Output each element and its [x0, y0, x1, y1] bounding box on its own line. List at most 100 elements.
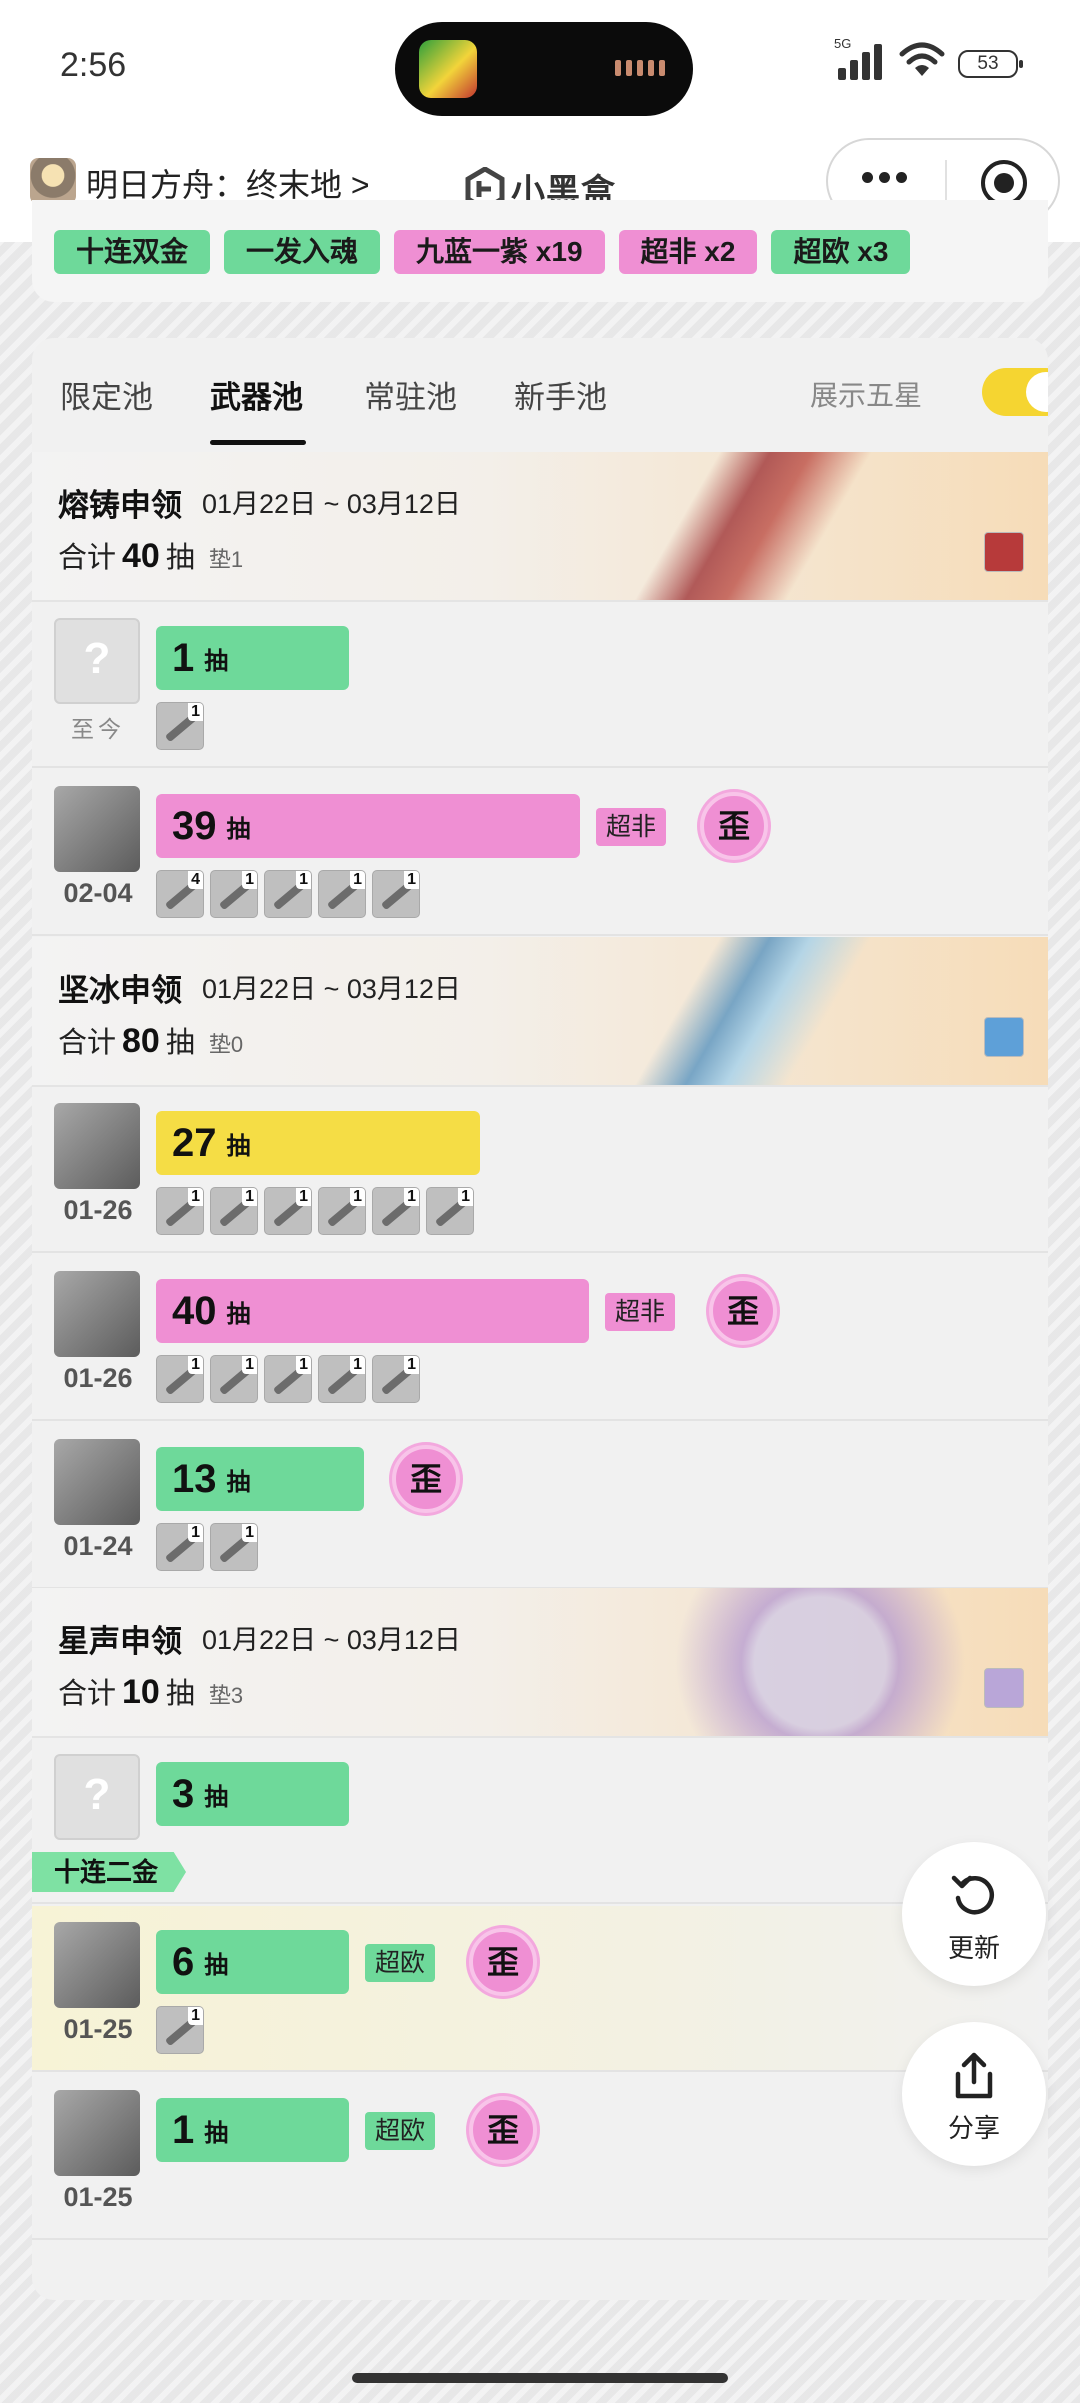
pull-count: 1 [172, 635, 195, 680]
more-icon[interactable] [862, 172, 907, 183]
pull-unit: 抽 [204, 1951, 229, 1979]
item-quantity: 1 [350, 1188, 365, 1206]
pull-record-row[interactable]: 01-25 6 抽超欧歪 1 [32, 1906, 1048, 2072]
pool-weapon-art [568, 452, 988, 600]
item-icon[interactable]: 1 [210, 1187, 258, 1235]
pull-count: 27 [172, 1120, 217, 1165]
item-icon[interactable]: 1 [372, 870, 420, 918]
weapon-avatar[interactable] [54, 786, 140, 872]
pool-total-prefix: 合计 [58, 1027, 117, 1059]
pull-count: 39 [172, 803, 217, 848]
pull-count: 3 [172, 1771, 195, 1816]
pool-weapon-thumbnail[interactable] [984, 1017, 1024, 1057]
pull-record-row[interactable]: 01-25 1 抽超欧歪 [32, 2074, 1048, 2240]
item-icon[interactable]: 1 [156, 1355, 204, 1403]
summary-chip: 十连双金 [54, 230, 211, 274]
pool-pity-count: 垫0 [208, 1032, 244, 1057]
obtained-items: 1 1 1 1 1 1 [156, 1187, 474, 1235]
pool-header: 星声申领 01月22日 ~ 03月12日 合计 10 抽垫3 [32, 1588, 1048, 1738]
share-button[interactable]: 分享 [902, 2022, 1046, 2166]
show-five-star-toggle[interactable] [982, 368, 1048, 416]
item-icon[interactable]: 1 [264, 870, 312, 918]
item-icon[interactable]: 4 [156, 870, 204, 918]
item-icon[interactable]: 1 [156, 1187, 204, 1235]
pool-total-count: 10 [122, 1673, 160, 1711]
item-icon[interactable]: 1 [426, 1187, 474, 1235]
pull-record-row[interactable]: 至今1抽1 [32, 602, 1048, 768]
refresh-button[interactable]: 更新 [902, 1842, 1046, 1986]
pull-unit: 抽 [226, 1468, 251, 1496]
item-quantity: 1 [188, 1356, 203, 1374]
tab-weapon[interactable]: 武器池 [210, 372, 303, 417]
pull-record-row[interactable]: 02-04 39 抽 超非歪 4 1 1 1 1 [32, 770, 1048, 936]
summary-chip: 超非 x2 [618, 230, 758, 274]
weapon-avatar[interactable] [54, 1103, 140, 1189]
item-icon[interactable]: 1 [372, 1355, 420, 1403]
tab-beginner[interactable]: 新手池 [514, 372, 607, 417]
obtained-items: 1 1 1 1 1 [156, 1355, 420, 1403]
pull-date: 01-26 [63, 1195, 133, 1225]
pull-unit: 抽 [226, 1132, 251, 1160]
pull-unit: 抽 [204, 1783, 229, 1811]
off-banner-badge: 歪 [700, 792, 768, 860]
item-icon[interactable]: 1 [372, 1187, 420, 1235]
pool-date-range: 01月22日 ~ 03月12日 [202, 974, 461, 1004]
obtained-items: 11 [156, 1523, 258, 1571]
pull-record-row[interactable]: 01-26 27 抽 1 1 1 1 1 1 [32, 1087, 1048, 1253]
item-icon[interactable]: 1 [264, 1355, 312, 1403]
share-label: 分享 [947, 2113, 1000, 2143]
item-quantity: 1 [350, 871, 365, 889]
off-banner-badge: 歪 [392, 1445, 460, 1513]
pool-weapon-thumbnail[interactable] [984, 1668, 1024, 1708]
item-icon[interactable]: 1 [264, 1187, 312, 1235]
item-icon[interactable]: 1 [156, 1523, 204, 1571]
pool-total-unit: 抽 [165, 1678, 195, 1710]
luck-tag: 超非 [605, 1293, 676, 1331]
item-icon[interactable]: 1 [318, 870, 366, 918]
weapon-avatar[interactable] [54, 1439, 140, 1525]
pull-unit: 抽 [226, 1300, 251, 1328]
item-icon[interactable]: 1 [210, 870, 258, 918]
item-quantity: 1 [296, 1356, 311, 1374]
pool-name: 熔铸申领 [58, 488, 182, 523]
item-icon[interactable]: 1 [318, 1187, 366, 1235]
item-icon[interactable]: 1 [156, 2006, 204, 2054]
weapon-avatar[interactable] [54, 1922, 140, 2008]
pull-record-row[interactable]: 至今3抽 [32, 1738, 1048, 1904]
weapon-avatar[interactable] [54, 618, 140, 704]
game-avatar[interactable] [30, 158, 76, 204]
pool-total-prefix: 合计 [58, 542, 117, 574]
pull-record-row[interactable]: 01-24 13 抽歪 1 1 [32, 1423, 1048, 1589]
pull-date: 01-24 [63, 1531, 133, 1561]
item-icon[interactable]: 1 [318, 1355, 366, 1403]
luck-tag: 超欧 [365, 2112, 436, 2150]
battery-icon: 53 [958, 50, 1023, 78]
obtained-items: 1 [156, 2006, 204, 2054]
pull-record-row[interactable]: 01-26 40 抽 超非歪 1 1 1 1 1 [32, 1255, 1048, 1421]
app-icon [419, 40, 477, 98]
weapon-avatar[interactable] [54, 1754, 140, 1840]
tab-limited[interactable]: 限定池 [60, 372, 153, 417]
pool-card: 限定池 武器池 常驻池 新手池 展示五星 熔铸申领 01月22日 ~ 03月12日… [32, 338, 1048, 2300]
luck-tag: 超非 [596, 808, 667, 846]
pool-header: 坚冰申领 01月22日 ~ 03月12日 合计 80 抽垫0 [32, 937, 1048, 1087]
tab-standard[interactable]: 常驻池 [364, 372, 457, 417]
pull-count-bar: 1抽 [156, 2098, 349, 2162]
pool-weapon-thumbnail[interactable] [984, 532, 1024, 572]
item-quantity: 1 [404, 1356, 419, 1374]
refresh-icon [951, 1875, 995, 1915]
item-icon[interactable]: 1 [156, 702, 204, 750]
pool-name: 坚冰申领 [58, 973, 182, 1008]
item-quantity: 4 [188, 871, 203, 889]
weapon-avatar[interactable] [54, 1271, 140, 1357]
pull-count-bar: 40 抽 [156, 1279, 589, 1343]
item-icon[interactable]: 1 [210, 1355, 258, 1403]
signal-icon: 5G [834, 36, 882, 80]
show-five-star-label: 展示五星 [810, 380, 923, 411]
pool-header: 熔铸申领 01月22日 ~ 03月12日 合计 40 抽垫1 [32, 452, 1048, 602]
pool-total-count: 80 [122, 1022, 160, 1060]
item-quantity: 1 [188, 2007, 203, 2025]
weapon-avatar[interactable] [54, 2090, 140, 2176]
item-icon[interactable]: 1 [210, 1523, 258, 1571]
obtained-items: 4 1 1 1 1 [156, 870, 420, 918]
